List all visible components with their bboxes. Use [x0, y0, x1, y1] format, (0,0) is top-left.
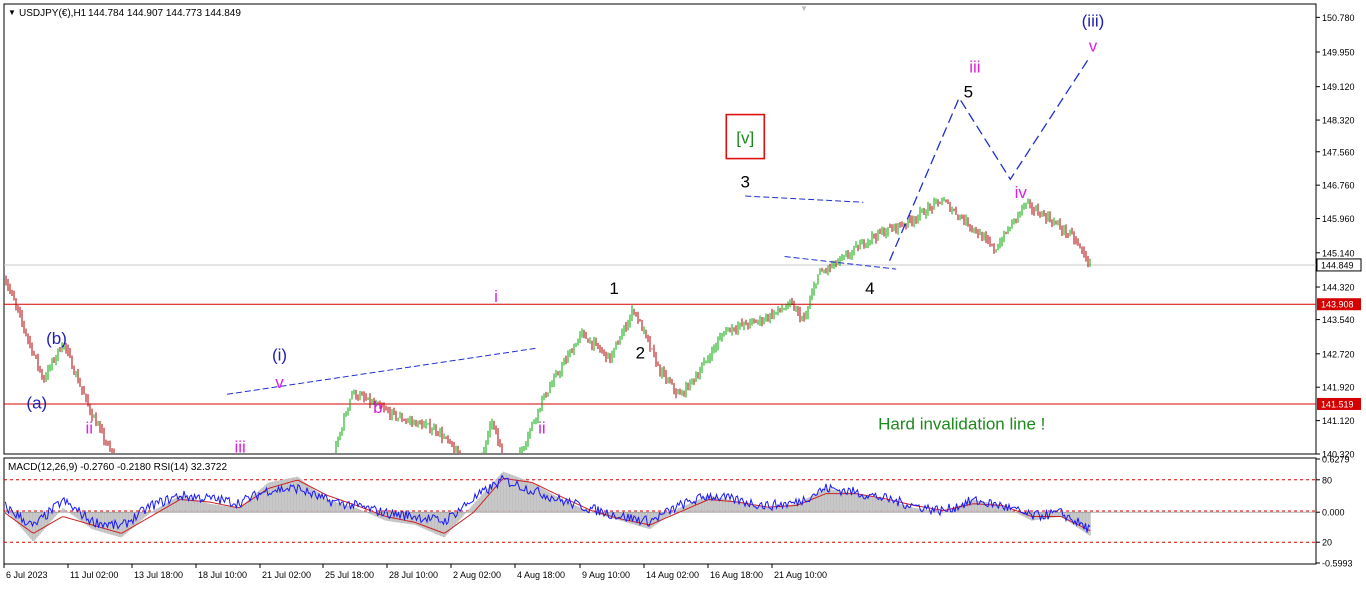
- indicator-tick-label: 20: [1322, 538, 1332, 548]
- indicator-tick-label: -0.5993: [1322, 559, 1353, 569]
- time-tick-label: 16 Aug 18:00: [710, 570, 763, 580]
- chart-canvas[interactable]: (b)(a)ii(i)viiibiii12345iiiivv(iii)[v]Ha…: [0, 0, 1366, 588]
- price-tick-label: 145.960: [1322, 214, 1355, 224]
- indicator-header: MACD(12,26,9) -0.2760 -0.2180 RSI(14) 32…: [8, 462, 227, 473]
- time-tick-label: 2 Aug 02:00: [453, 570, 501, 580]
- time-tick-label: 13 Jul 18:00: [134, 570, 183, 580]
- wave-label: iii: [234, 437, 245, 456]
- ohlc-readout: 144.784 144.907 144.773 144.849: [88, 8, 241, 19]
- current-price-label: 144.849: [1321, 260, 1354, 270]
- indicator-tick-label: 0.6279: [1322, 455, 1350, 465]
- wave-label: 1: [609, 279, 618, 298]
- wave-label: (a): [26, 394, 47, 413]
- price-tick-label: 149.950: [1322, 48, 1355, 58]
- price-tick-label: 141.120: [1322, 416, 1355, 426]
- time-tick-label: 28 Jul 10:00: [389, 570, 438, 580]
- time-axis[interactable]: 6 Jul 2023 11 Jul 02:00 13 Jul 18:00 18 Jul…: [3, 564, 827, 580]
- wave-label: 3: [741, 172, 750, 191]
- price-axis[interactable]: 150.780 149.950 149.120 148.320 147.560 146.7…: [1316, 13, 1362, 460]
- chart-menu-arrow-icon[interactable]: ▼: [8, 8, 16, 17]
- wave-label: 2: [636, 344, 645, 363]
- price-tick-label: 149.120: [1322, 82, 1355, 92]
- time-tick-label: 9 Aug 10:00: [582, 570, 630, 580]
- price-tick-label: 141.920: [1322, 383, 1355, 393]
- price-tick-label: 145.140: [1322, 248, 1355, 258]
- invalidation-annotation: Hard invalidation line !: [878, 415, 1045, 434]
- wave-label: (iii): [1082, 12, 1105, 31]
- indicator-axis: 0.6279 80 0.000 20 -0.5993: [1316, 455, 1353, 569]
- price-tick-label: 142.720: [1322, 349, 1355, 359]
- wave-label: [v]: [736, 129, 754, 148]
- chart-window: (b) (a) ii (i) v iii b i ii 1 2 3 4 5 iii iv v (iii) [v] Ha…: [0, 0, 1366, 588]
- price-tick-label: 148.320: [1322, 116, 1355, 126]
- price-tick-label: 144.320: [1322, 283, 1355, 293]
- wave-label: 4: [865, 279, 874, 298]
- time-tick-label: 21 Jul 02:00: [262, 570, 311, 580]
- time-tick-label: 11 Jul 02:00: [70, 570, 118, 580]
- symbol-label: USDJPY(€),H1: [19, 8, 87, 19]
- wave-label: iii: [969, 58, 980, 77]
- wave-label: 5: [964, 83, 973, 102]
- horizontal-line-label: 141.519: [1321, 399, 1354, 409]
- time-tick-label: 4 Aug 18:00: [517, 570, 565, 580]
- price-tick-label: 146.760: [1322, 181, 1355, 191]
- wave-label: i: [494, 287, 498, 306]
- wave-label: v: [1089, 37, 1098, 56]
- wave-label: ii: [538, 419, 546, 438]
- time-tick-label: 18 Jul 10:00: [198, 570, 247, 580]
- wave-label: iv: [1015, 183, 1028, 202]
- wave-label: ii: [85, 419, 93, 438]
- time-tick-label: 21 Aug 10:00: [774, 570, 827, 580]
- price-pane[interactable]: [3, 3, 1317, 455]
- price-tick-label: 147.560: [1322, 147, 1355, 157]
- time-tick-label: 25 Jul 18:00: [325, 570, 374, 580]
- time-tick-label: 6 Jul 2023: [6, 570, 48, 580]
- indicator-tick-label: 80: [1322, 475, 1332, 485]
- time-tick-label: 14 Aug 02:00: [646, 570, 699, 580]
- wave-label: v: [275, 373, 284, 392]
- price-tick-label: 150.780: [1322, 13, 1355, 23]
- wave-label: (b): [46, 329, 67, 348]
- horizontal-line-label: 143.908: [1321, 300, 1354, 310]
- wave-label: (i): [272, 346, 287, 365]
- scroll-marker-icon[interactable]: ▼: [800, 4, 808, 13]
- price-tick-label: 143.540: [1322, 315, 1355, 325]
- indicator-tick-label: 0.000: [1322, 508, 1345, 518]
- wave-label: b: [373, 398, 382, 417]
